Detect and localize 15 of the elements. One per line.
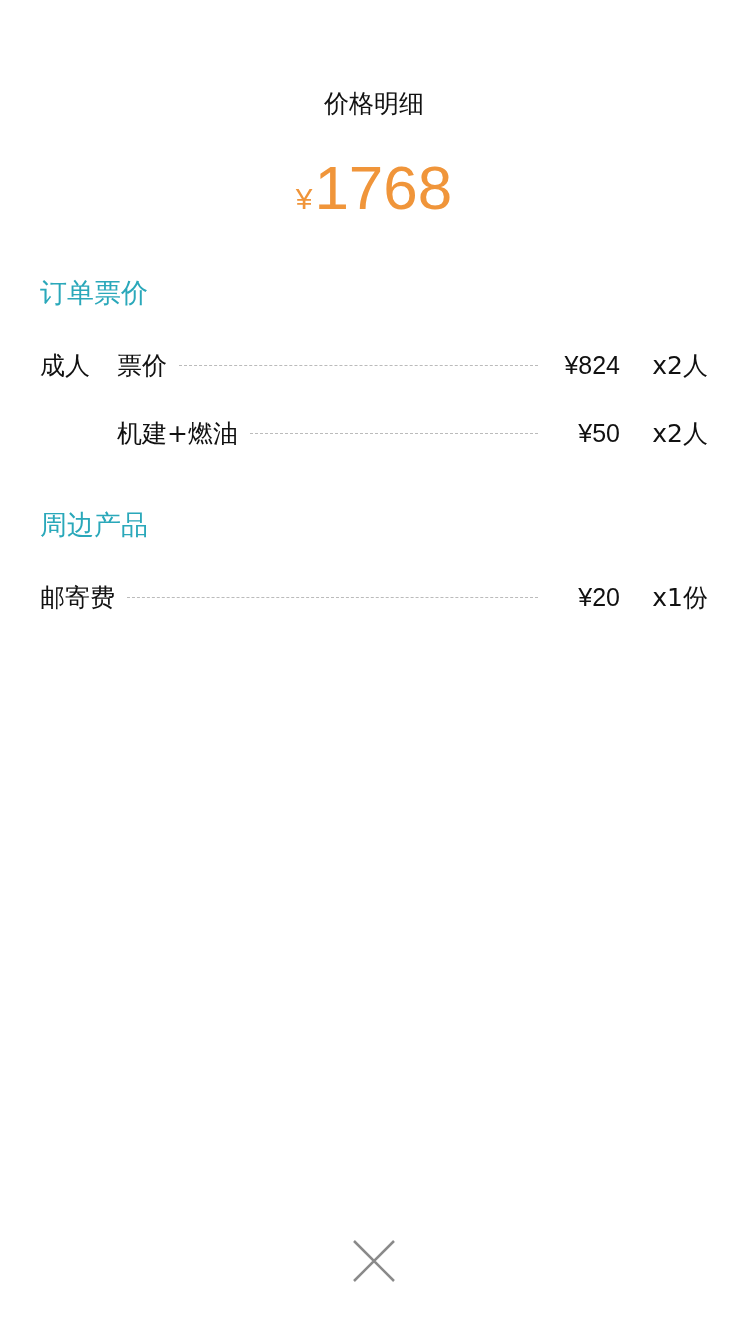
fee-price: ¥50 — [577, 418, 620, 448]
fee-name: 票价 — [117, 349, 167, 382]
fee-quantity: x2人 — [651, 349, 708, 382]
passenger-type: 成人 — [40, 350, 90, 380]
section-title: 订单票价 — [40, 276, 149, 310]
page-title: 价格明细 — [324, 88, 424, 120]
fee-name: 邮寄费 — [40, 581, 115, 614]
fee-quantity: x1份 — [651, 581, 708, 614]
fee-name: 机建+燃油 — [117, 417, 238, 450]
fee-quantity: x2人 — [651, 417, 708, 450]
fee-price: ¥824 — [563, 350, 620, 380]
close-icon[interactable] — [353, 1240, 395, 1282]
fee-price: ¥20 — [577, 582, 620, 612]
total-price: ¥1768 — [295, 152, 453, 224]
section-title: 周边产品 — [40, 508, 149, 542]
